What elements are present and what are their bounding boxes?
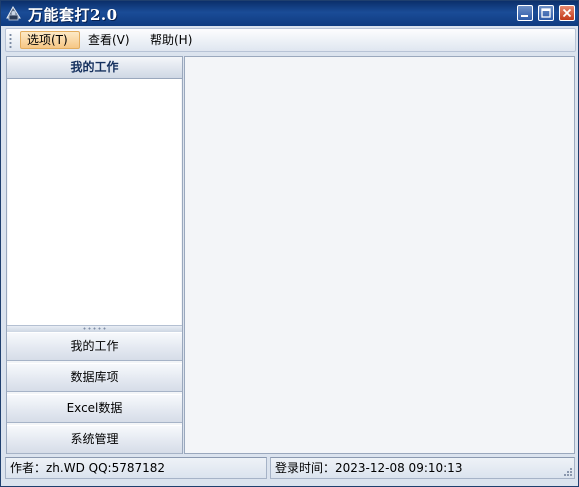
menu-bar: 选项(T) 查看(V) 帮助(H) — [5, 28, 576, 52]
status-login-time: 登录时间：2023-12-08 09:10:13 — [270, 457, 575, 479]
menu-help[interactable]: 帮助(H) — [144, 31, 202, 49]
app-icon — [6, 6, 21, 21]
title-bar[interactable]: 万能套打2.0 — [1, 1, 578, 26]
splitter-grip-icon — [82, 327, 108, 330]
minimize-icon — [521, 15, 528, 17]
panel-content-area[interactable] — [8, 79, 181, 325]
nav-button-system-management[interactable]: 系统管理 — [7, 425, 182, 454]
nav-button-my-work[interactable]: 我的工作 — [7, 332, 182, 361]
resize-grip-icon[interactable] — [562, 466, 572, 476]
menu-view[interactable]: 查看(V) — [82, 31, 140, 49]
window-title: 万能套打2.0 — [28, 6, 118, 24]
maximize-button[interactable] — [538, 5, 554, 21]
close-button[interactable] — [559, 5, 575, 21]
menu-options[interactable]: 选项(T) — [20, 31, 80, 49]
panel-splitter[interactable] — [7, 325, 182, 332]
status-author: 作者：zh.WD QQ:5787182 — [5, 457, 267, 479]
main-workspace[interactable] — [184, 56, 575, 454]
maximize-icon — [541, 8, 551, 18]
left-navigation-panel: 我的工作 我的工作 数据库项 Excel数据 系统管理 — [6, 56, 183, 454]
close-icon — [562, 8, 572, 18]
nav-button-excel-data[interactable]: Excel数据 — [7, 394, 182, 423]
minimize-button[interactable] — [517, 5, 533, 21]
panel-header: 我的工作 — [7, 57, 182, 79]
toolbar-grip-icon[interactable] — [9, 33, 12, 48]
nav-button-database-items[interactable]: 数据库项 — [7, 363, 182, 392]
status-bar: 作者：zh.WD QQ:5787182 登录时间：2023-12-08 09:1… — [5, 457, 575, 479]
app-window: 万能套打2.0 选项(T) 查看(V) 帮助(H) 我的工作 我的工作 数据库项… — [0, 0, 579, 487]
